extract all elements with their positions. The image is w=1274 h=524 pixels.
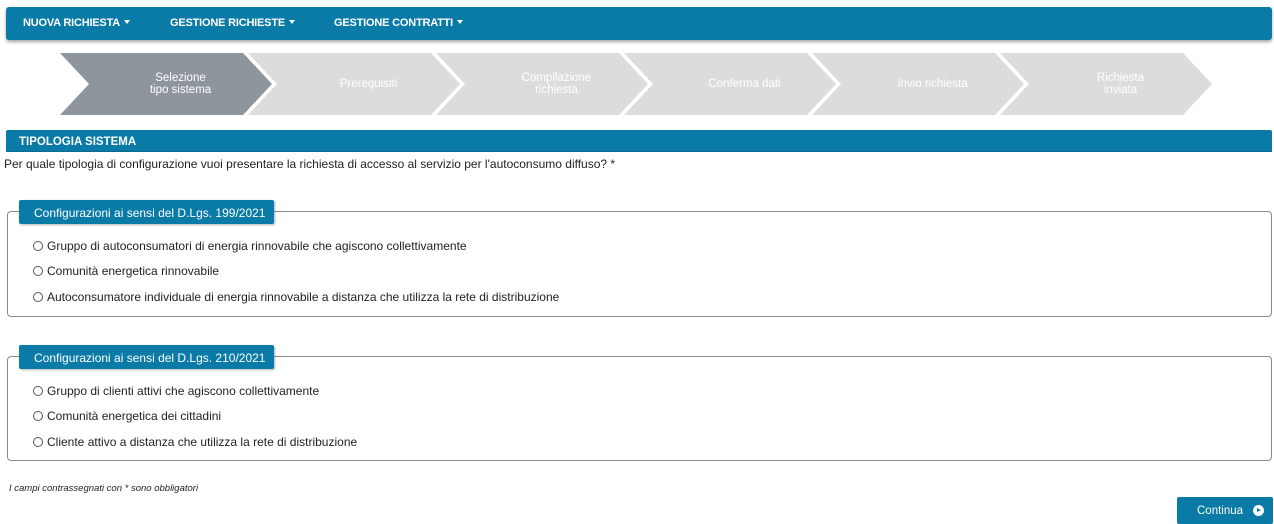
group-dlgs-199-2021: Configurazioni ai sensi del D.Lgs. 199/2… <box>7 200 1272 317</box>
continue-label: Continua <box>1197 504 1244 517</box>
radio-button[interactable] <box>33 386 43 396</box>
option-gruppo-autoconsumatori[interactable]: Gruppo di autoconsumatori di energia rin… <box>33 239 467 253</box>
option-label: Comunità energetica rinnovabile <box>47 264 220 278</box>
caret-down-icon <box>124 20 131 24</box>
radio-button[interactable] <box>33 241 43 251</box>
option-autoconsumatore-individuale[interactable]: Autoconsumatore individuale di energia r… <box>33 290 559 304</box>
nav-label: NUOVA RICHIESTA <box>23 17 121 29</box>
radio-button[interactable] <box>33 437 43 447</box>
step-conferma-dati: Conferma dati <box>653 53 836 115</box>
arrow-right-circle-icon <box>1253 505 1264 516</box>
radio-button[interactable] <box>33 292 43 302</box>
step-label: Richiesta inviata <box>1096 72 1145 96</box>
section-title: TIPOLOGIA SISTEMA <box>6 130 1272 152</box>
continue-button[interactable]: Continua <box>1177 497 1273 524</box>
step-label: Invio richiesta <box>897 78 968 90</box>
nav-gestione-richieste[interactable]: GESTIONE RICHIESTE <box>170 17 295 29</box>
option-gruppo-clienti-attivi[interactable]: Gruppo di clienti attivi che agiscono co… <box>33 384 319 398</box>
nav-label: GESTIONE CONTRATTI <box>334 17 454 29</box>
group-legend: Configurazioni ai sensi del D.Lgs. 210/2… <box>19 345 275 369</box>
question-text: Per quale tipologia di configurazione vu… <box>4 157 616 171</box>
step-label: Prerequisiti <box>339 78 398 90</box>
option-label: Gruppo di clienti attivi che agiscono co… <box>47 384 320 398</box>
top-navigation-bar: NUOVA RICHIESTA GESTIONE RICHIESTE GESTI… <box>6 7 1272 40</box>
step-label: Conferma dati <box>708 78 781 90</box>
group-dlgs-210-2021: Configurazioni ai sensi del D.Lgs. 210/2… <box>7 345 1272 461</box>
option-comunita-energetica-cittadini[interactable]: Comunità energetica dei cittadini <box>33 409 221 423</box>
step-richiesta-inviata: Richiesta inviata <box>1029 53 1212 115</box>
step-label: Compilazione richiesta <box>521 72 592 96</box>
option-label: Autoconsumatore individuale di energia r… <box>47 290 560 304</box>
radio-button[interactable] <box>33 266 43 276</box>
group-legend: Configurazioni ai sensi del D.Lgs. 199/2… <box>19 200 275 224</box>
wizard-steps: Selezione tipo sistema Prerequisiti Comp… <box>60 53 1212 115</box>
nav-nuova-richiesta[interactable]: NUOVA RICHIESTA <box>23 17 131 29</box>
option-label: Cliente attivo a distanza che utilizza l… <box>47 435 358 449</box>
step-label: Selezione tipo sistema <box>149 72 212 96</box>
caret-down-icon <box>288 20 295 24</box>
option-label: Comunità energetica dei cittadini <box>47 409 222 423</box>
step-compilazione-richiesta: Compilazione richiesta <box>465 53 648 115</box>
option-label: Gruppo di autoconsumatori di energia rin… <box>47 239 467 253</box>
required-fields-note: I campi contrassegnati con * sono obblig… <box>9 483 199 494</box>
radio-button[interactable] <box>33 411 43 421</box>
nav-label: GESTIONE RICHIESTE <box>170 17 285 29</box>
option-comunita-energetica-rinnovabile[interactable]: Comunità energetica rinnovabile <box>33 264 219 278</box>
step-prerequisiti: Prerequisiti <box>277 53 460 115</box>
step-invio-richiesta: Invio richiesta <box>841 53 1024 115</box>
caret-down-icon <box>457 20 464 24</box>
step-selezione-tipo-sistema: Selezione tipo sistema <box>89 53 272 115</box>
option-cliente-attivo-distanza[interactable]: Cliente attivo a distanza che utilizza l… <box>33 435 357 449</box>
nav-gestione-contratti[interactable]: GESTIONE CONTRATTI <box>334 17 464 29</box>
